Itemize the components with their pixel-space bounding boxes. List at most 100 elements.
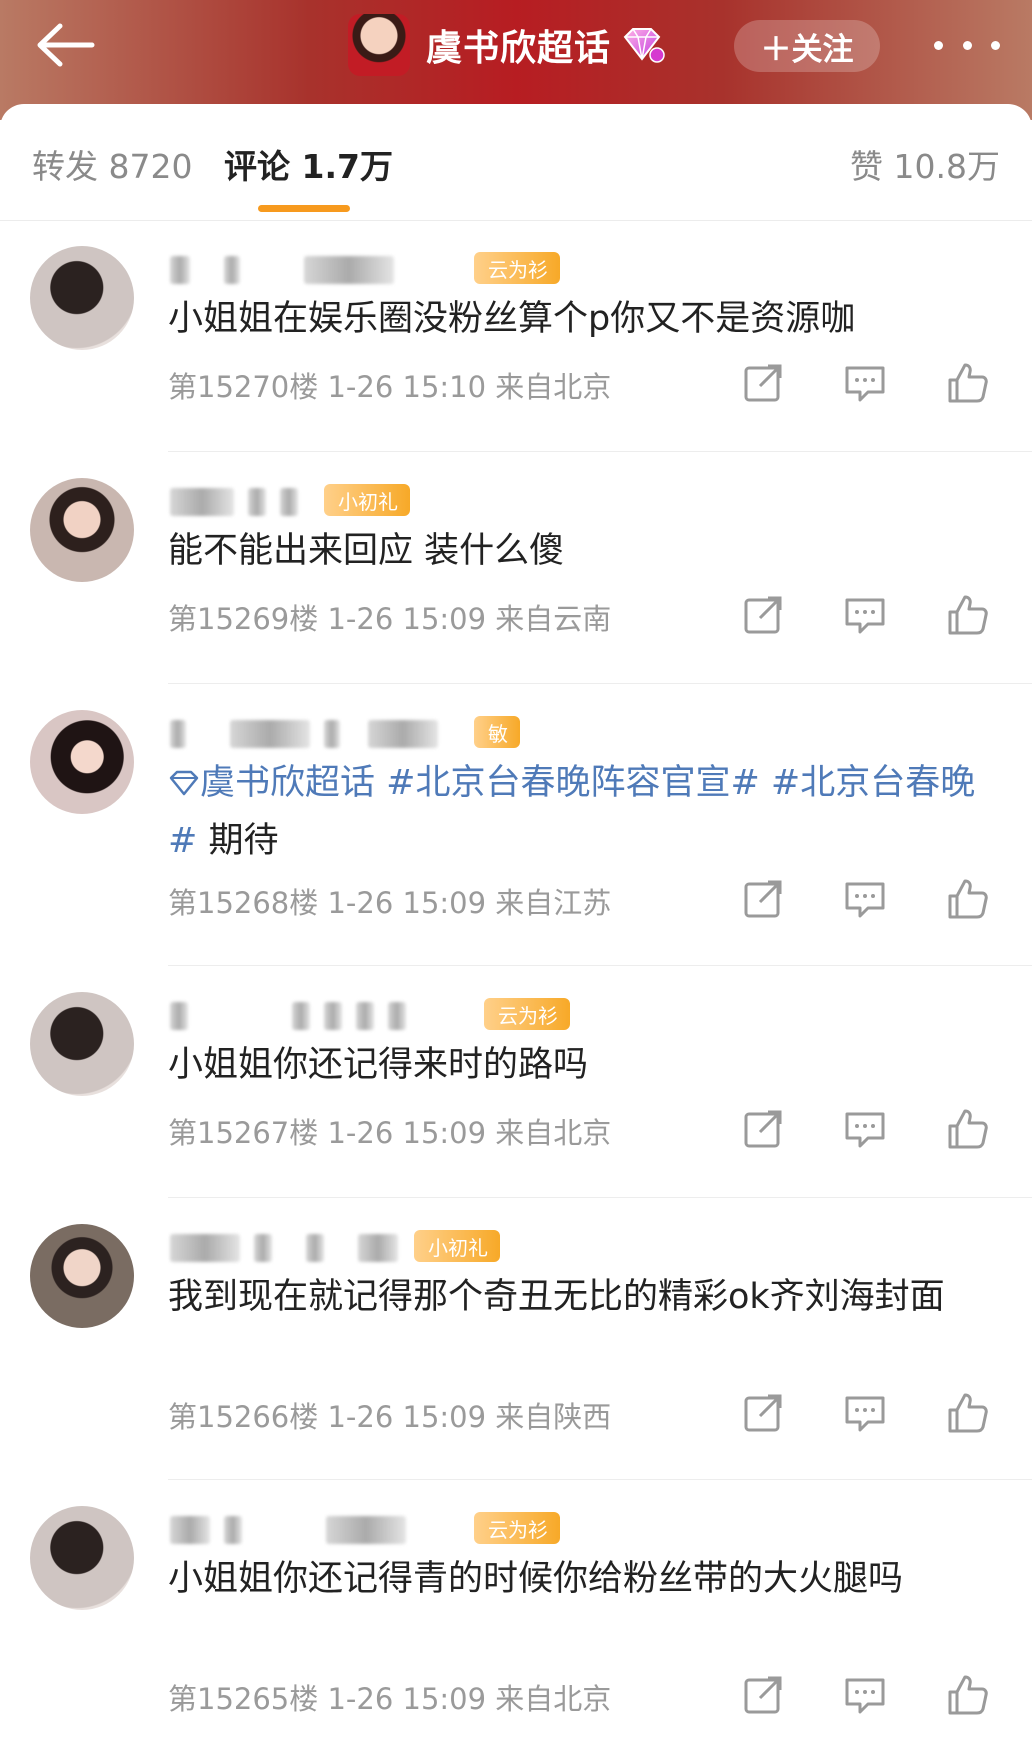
like-icon[interactable] bbox=[944, 876, 990, 922]
avatar[interactable] bbox=[30, 478, 134, 582]
comment-meta: 第15265楼 1-26 15:09 来自北京 bbox=[168, 1682, 612, 1716]
tab-likes[interactable]: 赞 10.8万 bbox=[850, 140, 1000, 188]
share-icon[interactable] bbox=[740, 592, 786, 638]
redacted-block bbox=[356, 1002, 374, 1030]
share-icon[interactable] bbox=[740, 1390, 786, 1436]
comment-item: 云为衫 小姐姐你还记得来时的路吗 第15267楼 1-26 15:09 来自北京 bbox=[0, 966, 1032, 1198]
redacted-block bbox=[324, 1002, 342, 1030]
redacted-block bbox=[170, 256, 190, 284]
comment-actions bbox=[740, 592, 990, 638]
redacted-block bbox=[326, 1516, 406, 1544]
comment-actions bbox=[740, 360, 990, 406]
redacted-block bbox=[306, 1234, 324, 1262]
comment-icon[interactable] bbox=[842, 876, 888, 922]
comment-icon[interactable] bbox=[842, 1106, 888, 1152]
tab-reposts[interactable]: 转发 8720 bbox=[32, 140, 192, 188]
fan-level-badge: 云为衫 bbox=[484, 998, 570, 1030]
comment-icon[interactable] bbox=[842, 1390, 888, 1436]
comment-item: 云为衫 小姐姐你还记得青的时候你给粉丝带的大火腿吗 第15265楼 1-26 1… bbox=[0, 1480, 1032, 1760]
avatar[interactable] bbox=[30, 1506, 134, 1610]
comment-text: 虞书欣超话 #北京台春晚阵容官宣# #北京台春晚# 期待 bbox=[168, 754, 998, 870]
fan-level-badge: 小初礼 bbox=[324, 484, 410, 516]
more-dot bbox=[962, 40, 972, 50]
comment-text: 能不能出来回应 装什么傻 bbox=[168, 531, 565, 571]
fan-level-badge: 云为衫 bbox=[474, 1512, 560, 1544]
redacted-block bbox=[170, 720, 186, 748]
like-icon[interactable] bbox=[944, 1390, 990, 1436]
comment-text-tail: 期待 bbox=[197, 821, 279, 861]
follow-button[interactable]: ＋关注 bbox=[734, 20, 880, 72]
redacted-block bbox=[254, 1234, 272, 1262]
fan-level-badge: 小初礼 bbox=[414, 1230, 500, 1262]
like-icon[interactable] bbox=[944, 1672, 990, 1718]
avatar[interactable] bbox=[30, 710, 134, 814]
username-redacted[interactable] bbox=[170, 484, 298, 520]
redacted-block bbox=[324, 720, 340, 748]
fan-level-badge: 云为衫 bbox=[474, 252, 560, 284]
back-button[interactable] bbox=[30, 20, 100, 70]
comment-text: 小姐姐你还记得来时的路吗 bbox=[168, 1045, 589, 1085]
comment-actions bbox=[740, 1106, 990, 1152]
redacted-block bbox=[304, 256, 394, 284]
comment-text: 我到现在就记得那个奇丑无比的精彩ok齐刘海封面 bbox=[168, 1277, 945, 1317]
comment-item: 敏 虞书欣超话 #北京台春晚阵容官宣# #北京台春晚# 期待 第15268楼 1… bbox=[0, 684, 1032, 966]
redacted-block bbox=[170, 488, 234, 516]
username-redacted[interactable] bbox=[170, 1230, 398, 1266]
tab-active-indicator bbox=[258, 205, 350, 212]
more-dot bbox=[934, 40, 943, 50]
comment-text: 小姐姐你还记得青的时候你给粉丝带的大火腿吗 bbox=[168, 1559, 904, 1599]
tab-comments[interactable]: 评论 1.7万 bbox=[224, 140, 393, 188]
comment-meta: 第15270楼 1-26 15:10 来自北京 bbox=[168, 370, 612, 404]
comment-actions bbox=[740, 876, 990, 922]
like-icon[interactable] bbox=[944, 592, 990, 638]
username-redacted[interactable] bbox=[170, 716, 438, 752]
username-redacted[interactable] bbox=[170, 252, 394, 288]
top-bar: 虞书欣超话 ＋关注 bbox=[0, 0, 1032, 120]
redacted-block bbox=[230, 720, 310, 748]
redacted-block bbox=[280, 488, 298, 516]
comment-icon[interactable] bbox=[842, 592, 888, 638]
comment-actions bbox=[740, 1672, 990, 1718]
share-icon[interactable] bbox=[740, 1106, 786, 1152]
comment-meta: 第15269楼 1-26 15:09 来自云南 bbox=[168, 602, 612, 636]
topic-avatar bbox=[348, 14, 410, 76]
gem-icon bbox=[623, 28, 665, 63]
fan-level-badge: 敏 bbox=[474, 716, 520, 748]
hashtag-link[interactable]: #北京台春晚阵容官宣# bbox=[375, 763, 760, 803]
redacted-block bbox=[388, 1002, 406, 1030]
comment-item: 小初礼 我到现在就记得那个奇丑无比的精彩ok齐刘海封面 第15266楼 1-26… bbox=[0, 1198, 1032, 1480]
avatar[interactable] bbox=[30, 992, 134, 1096]
redacted-block bbox=[368, 720, 438, 748]
comment-meta: 第15266楼 1-26 15:09 来自陕西 bbox=[168, 1400, 612, 1434]
redacted-block bbox=[292, 1002, 310, 1030]
share-icon[interactable] bbox=[740, 1672, 786, 1718]
more-dot bbox=[991, 40, 1000, 50]
topic-title-group[interactable]: 虞书欣超话 bbox=[348, 10, 665, 80]
diamond-icon bbox=[169, 770, 199, 796]
redacted-block bbox=[248, 488, 266, 516]
username-redacted[interactable] bbox=[170, 998, 406, 1034]
comment-text: 小姐姐在娱乐圈没粉丝算个p你又不是资源咖 bbox=[168, 299, 856, 339]
comment-icon[interactable] bbox=[842, 360, 888, 406]
share-icon[interactable] bbox=[740, 360, 786, 406]
like-icon[interactable] bbox=[944, 1106, 990, 1152]
avatar[interactable] bbox=[30, 1224, 134, 1328]
comment-icon[interactable] bbox=[842, 1672, 888, 1718]
comment-meta: 第15268楼 1-26 15:09 来自江苏 bbox=[168, 886, 612, 920]
page-title: 虞书欣超话 bbox=[426, 28, 612, 69]
redacted-block bbox=[170, 1002, 188, 1030]
redacted-block bbox=[170, 1234, 240, 1262]
redacted-block bbox=[170, 1516, 210, 1544]
redacted-block bbox=[224, 1516, 242, 1544]
username-redacted[interactable] bbox=[170, 1512, 406, 1548]
tab-bar: 转发 8720 评论 1.7万 赞 10.8万 bbox=[0, 104, 1032, 221]
avatar[interactable] bbox=[30, 246, 134, 350]
comment-item: 小初礼 能不能出来回应 装什么傻 第15269楼 1-26 15:09 来自云南 bbox=[0, 452, 1032, 684]
back-arrow-icon bbox=[37, 23, 95, 67]
like-icon[interactable] bbox=[944, 360, 990, 406]
more-button[interactable] bbox=[934, 30, 1000, 60]
share-icon[interactable] bbox=[740, 876, 786, 922]
topic-link[interactable]: 虞书欣超话 bbox=[200, 763, 375, 803]
redacted-block bbox=[224, 256, 240, 284]
comment-meta: 第15267楼 1-26 15:09 来自北京 bbox=[168, 1116, 612, 1150]
